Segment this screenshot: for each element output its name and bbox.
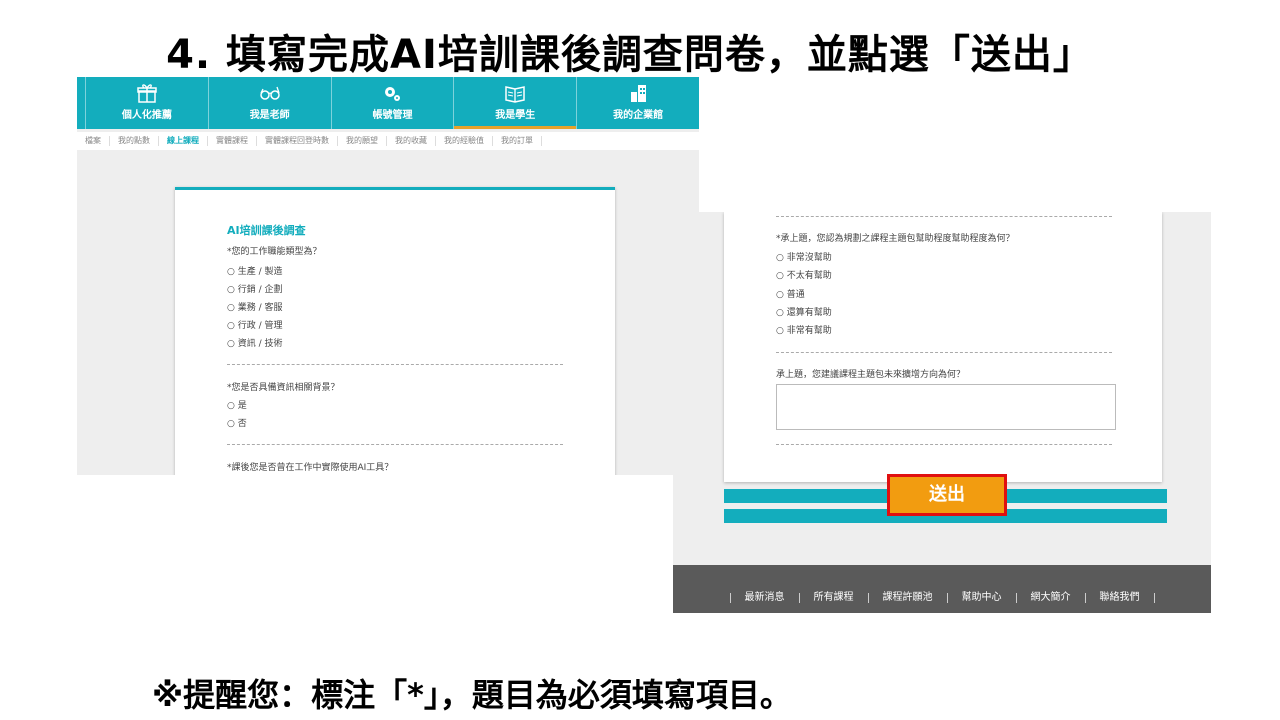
divider bbox=[776, 352, 1112, 353]
radio-option[interactable]: ○ 普通 bbox=[776, 287, 805, 300]
subnav-item[interactable]: 我的收藏 bbox=[387, 136, 436, 146]
radio-option[interactable]: ○ 是 bbox=[227, 398, 247, 411]
survey-title: AI培訓課後調查 bbox=[227, 224, 306, 237]
footer-link[interactable]: 聯絡我們 bbox=[1084, 593, 1155, 603]
slide-title: 4. 填寫完成AI培訓課後調查問卷，並點選「送出」 bbox=[166, 32, 1094, 78]
gift-icon bbox=[137, 84, 157, 103]
divider bbox=[776, 444, 1112, 445]
radio-option[interactable]: ○ 業務 / 客服 bbox=[227, 300, 282, 313]
subnav-item[interactable]: 我的點數 bbox=[110, 136, 159, 146]
nav-item-enterprise[interactable]: 我的企業館 bbox=[576, 77, 699, 129]
site-footer: 最新消息 所有課程 課程許願池 幫助中心 網大簡介 聯絡我們 bbox=[673, 565, 1211, 613]
subnav-item[interactable]: 我的願望 bbox=[338, 136, 387, 146]
survey-submit-screenshot: *承上題，您認為規劃之課程主題包幫助程度幫助程度為何？ ○ 非常沒幫助 ○ 不太… bbox=[673, 212, 1211, 613]
footer-link[interactable]: 幫助中心 bbox=[946, 593, 1016, 603]
glasses-icon bbox=[259, 86, 280, 100]
radio-option[interactable]: ○ 非常有幫助 bbox=[776, 323, 832, 336]
nav-item-personal-recommend[interactable]: 個人化推薦 bbox=[85, 77, 208, 129]
radio-option[interactable]: ○ 非常沒幫助 bbox=[776, 250, 832, 263]
survey-form-card: AI培訓課後調查 *您的工作職能類型為？ ○ 生產 / 製造 ○ 行銷 / 企劃… bbox=[175, 187, 615, 475]
gears-icon bbox=[385, 87, 401, 101]
radio-option[interactable]: ○ 還算有幫助 bbox=[776, 305, 832, 318]
suggestion-textarea[interactable] bbox=[776, 384, 1116, 430]
subnav-item[interactable]: 我的訂單 bbox=[493, 136, 542, 146]
top-navigation: 個人化推薦 我是老師 帳號管理 我是學生 我的企業館 bbox=[77, 77, 699, 129]
question-job-type: *您的工作職能類型為？ bbox=[227, 247, 322, 257]
required-field-reminder: ※提醒您：標注「*」，題目為必須填寫項目。 bbox=[152, 676, 792, 714]
question-helpfulness: *承上題，您認為規劃之課程主題包幫助程度幫助程度為何？ bbox=[776, 234, 1015, 244]
survey-form-card: *承上題，您認為規劃之課程主題包幫助程度幫助程度為何？ ○ 非常沒幫助 ○ 不太… bbox=[724, 212, 1162, 482]
question-future-direction: 承上題，您建議課程主題包未來擴增方向為何？ bbox=[776, 370, 966, 380]
building-icon bbox=[631, 85, 647, 102]
subnav-item[interactable]: 檔案 bbox=[77, 136, 110, 146]
nav-label: 我是老師 bbox=[249, 110, 290, 121]
radio-option[interactable]: ○ 不太有幫助 bbox=[776, 268, 832, 281]
nav-label: 我是學生 bbox=[495, 110, 536, 121]
question-ai-usage: *課後您是否曾在工作中實際使用AI工具？ bbox=[227, 463, 394, 473]
subnav-item[interactable]: 實體課程回登時數 bbox=[257, 136, 338, 146]
nav-label: 個人化推薦 bbox=[121, 110, 172, 121]
footer-link[interactable]: 最新消息 bbox=[729, 593, 799, 603]
nav-label: 我的企業館 bbox=[613, 110, 664, 121]
footer-links: 最新消息 所有課程 課程許願池 幫助中心 網大簡介 聯絡我們 bbox=[673, 593, 1211, 603]
radio-option[interactable]: ○ 否 bbox=[227, 416, 247, 429]
nav-item-student[interactable]: 我是學生 bbox=[453, 77, 576, 129]
radio-option[interactable]: ○ 生產 / 製造 bbox=[227, 264, 282, 277]
radio-option[interactable]: ○ 資訊 / 技術 bbox=[227, 336, 282, 349]
subnav-item-active[interactable]: 線上課程 bbox=[159, 136, 208, 146]
footer-link[interactable]: 課程許願池 bbox=[867, 593, 947, 603]
subnav-item[interactable]: 我的經驗值 bbox=[436, 136, 493, 146]
subnav-item[interactable]: 實體課程 bbox=[208, 136, 257, 146]
divider bbox=[776, 216, 1112, 217]
survey-page-screenshot: 個人化推薦 我是老師 帳號管理 我是學生 我的企業館 檔案 我的點數 線上課程 … bbox=[77, 77, 699, 475]
footer-link[interactable]: 網大簡介 bbox=[1015, 593, 1085, 603]
question-it-background: *您是否具備資訊相關背景？ bbox=[227, 383, 340, 393]
radio-option[interactable]: ○ 行政 / 管理 bbox=[227, 318, 282, 331]
submit-button[interactable]: 送出 bbox=[887, 474, 1007, 516]
nav-item-teacher[interactable]: 我是老師 bbox=[207, 77, 331, 129]
divider bbox=[227, 444, 563, 445]
nav-item-account[interactable]: 帳號管理 bbox=[330, 77, 454, 129]
divider bbox=[227, 364, 563, 365]
nav-label: 帳號管理 bbox=[372, 110, 413, 121]
book-icon bbox=[505, 86, 526, 103]
sub-navigation: 檔案 我的點數 線上課程 實體課程 實體課程回登時數 我的願望 我的收藏 我的經… bbox=[77, 132, 699, 150]
radio-option[interactable]: ○ 行銷 / 企劃 bbox=[227, 282, 282, 295]
footer-link[interactable]: 所有課程 bbox=[798, 593, 868, 603]
